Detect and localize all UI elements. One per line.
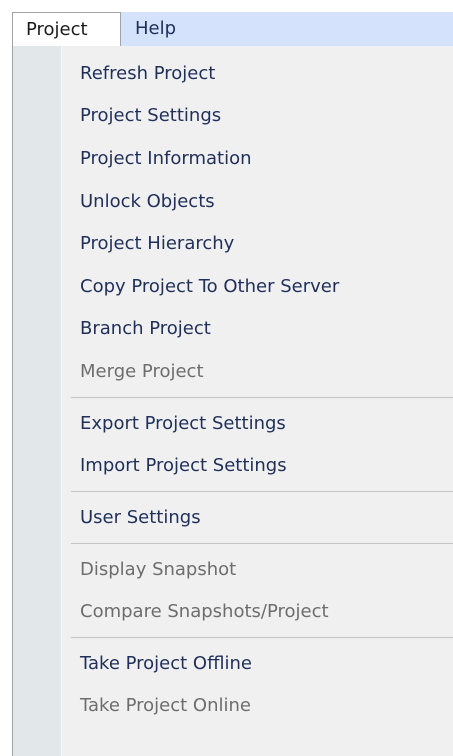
- menu-item-unlock-objects[interactable]: Unlock Objects: [80, 187, 215, 217]
- menu-item-display-snapshot: Display Snapshot: [80, 559, 237, 580]
- menu-item-refresh-project[interactable]: Refresh Project: [80, 59, 215, 89]
- menu-item-take-project-offline[interactable]: Take Project Offline: [80, 649, 252, 679]
- menu-item-project-settings[interactable]: Project Settings: [80, 101, 221, 131]
- project-dropdown-menu: Refresh Project Project Settings Project…: [12, 46, 453, 756]
- menu-item-copy-project-to-other-server[interactable]: Copy Project To Other Server: [80, 272, 339, 302]
- menu-item-branch-project[interactable]: Branch Project: [80, 314, 211, 344]
- menu-item-project-information[interactable]: Project Information: [80, 144, 252, 174]
- menu-item-export-project-settings[interactable]: Export Project Settings: [80, 409, 286, 439]
- menu-bar: Project Help: [12, 12, 453, 47]
- gutter-divider: [61, 46, 62, 756]
- menu-item-import-project-settings[interactable]: Import Project Settings: [80, 451, 287, 481]
- menu-separator: [71, 543, 453, 544]
- menu-icon-gutter: [13, 46, 61, 756]
- menubar-project[interactable]: Project: [12, 12, 121, 47]
- menu-item-take-project-online: Take Project Online: [80, 695, 251, 716]
- menu-item-compare-snapshots-project: Compare Snapshots/Project: [80, 601, 329, 622]
- menu-separator: [71, 397, 453, 398]
- menubar-help[interactable]: Help: [122, 12, 189, 47]
- menu-item-user-settings[interactable]: User Settings: [80, 503, 201, 533]
- menu-separator: [71, 637, 453, 638]
- menu-item-project-hierarchy[interactable]: Project Hierarchy: [80, 229, 234, 259]
- menu-item-merge-project: Merge Project: [80, 361, 204, 382]
- menu-separator: [71, 491, 453, 492]
